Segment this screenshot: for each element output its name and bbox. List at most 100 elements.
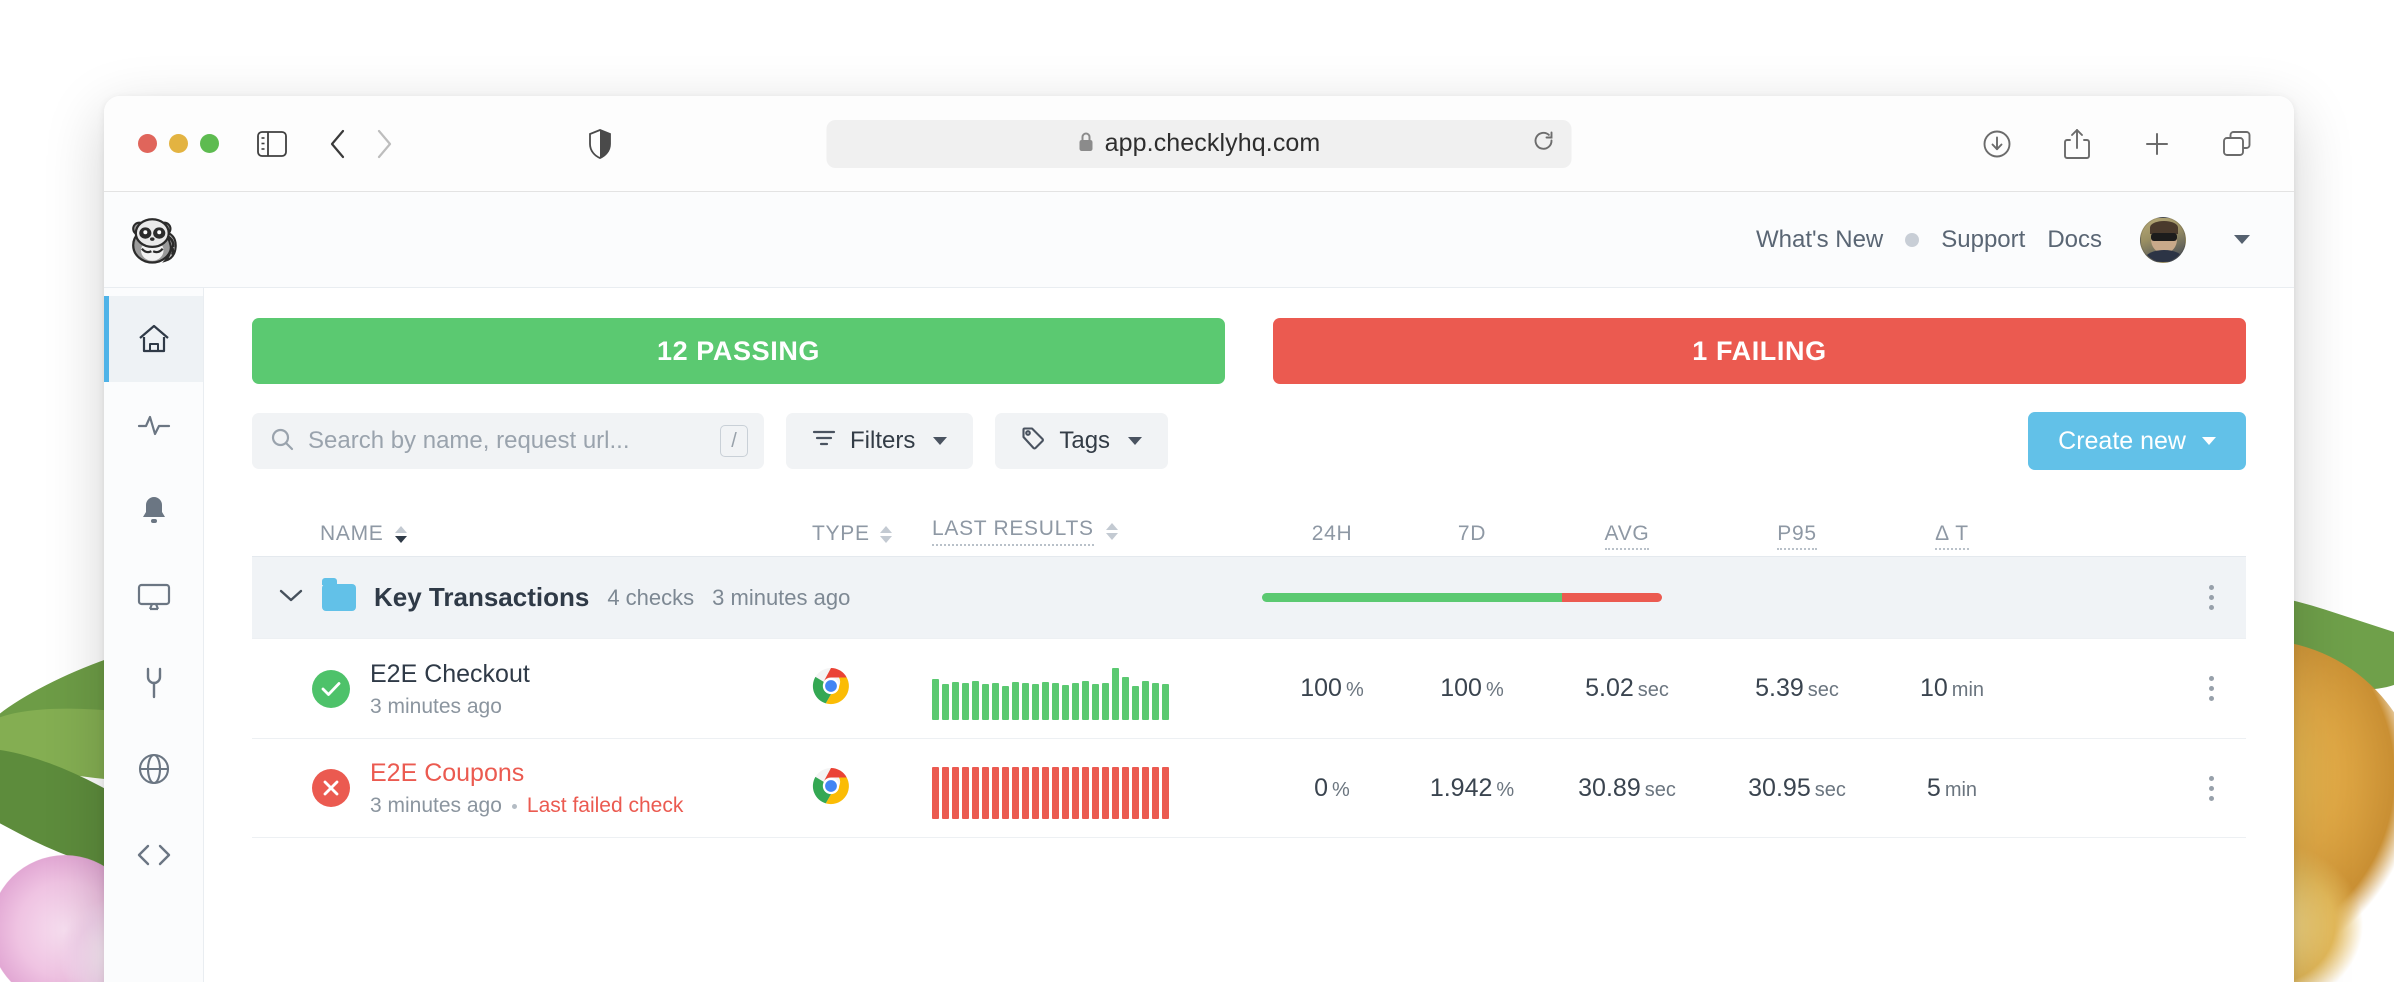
chrome-icon [812, 767, 850, 810]
sidebar-item-activity[interactable] [104, 382, 203, 468]
tags-label: Tags [1059, 427, 1111, 454]
search-placeholder: Search by name, request url... [308, 427, 630, 454]
app-body: 12 PASSING 1 FAILING Search by name, req… [104, 288, 2294, 982]
status-banners: 12 PASSING 1 FAILING [252, 318, 2246, 384]
check-type-cell [812, 767, 932, 810]
sidebar-item-cli[interactable] [104, 812, 203, 898]
chevron-down-icon [1128, 437, 1143, 445]
create-new-label: Create new [2058, 426, 2186, 455]
table-rows: E2E Checkout 3 minutes ago 100% 100% 5.0… [252, 638, 2246, 838]
chevron-down-icon[interactable] [278, 587, 304, 608]
shield-icon[interactable] [577, 124, 623, 164]
metric-p95: 30.95 sec [1748, 773, 1846, 802]
check-name-cell: E2E Checkout 3 minutes ago [252, 659, 812, 719]
nav-link-docs[interactable]: Docs [2047, 226, 2102, 254]
browser-window: app.checklyhq.com What's New Support Doc… [104, 96, 2294, 982]
main-content: 12 PASSING 1 FAILING Search by name, req… [204, 288, 2294, 982]
sidebar [104, 288, 204, 982]
tag-icon [1021, 426, 1045, 457]
group-status-bar-fail [1562, 593, 1662, 602]
forward-arrow-icon[interactable] [361, 124, 407, 164]
close-window-button[interactable] [138, 134, 157, 153]
check-name-block: E2E Coupons 3 minutes ago Last failed che… [370, 758, 683, 818]
search-shortcut-badge: / [720, 425, 748, 457]
group-actions-menu[interactable] [2176, 585, 2246, 610]
downloads-icon[interactable] [1974, 124, 2020, 164]
column-header-7d[interactable]: 7D [1402, 522, 1542, 546]
app-header: What's New Support Docs [104, 192, 2294, 288]
lock-icon [1078, 131, 1095, 157]
row-actions-menu[interactable] [2176, 676, 2246, 701]
share-icon[interactable] [2054, 124, 2100, 164]
check-name-cell: E2E Coupons 3 minutes ago Last failed che… [252, 758, 812, 818]
sort-toggle-name[interactable] [395, 525, 408, 543]
check-meta: 3 minutes ago Last failed check [370, 794, 683, 818]
checks-table: NAME TYPE LAST RESULTS 24H 7D AVG P95 Δ … [252, 504, 2246, 838]
nav-link-support[interactable]: Support [1941, 226, 2025, 254]
minimize-window-button[interactable] [169, 134, 188, 153]
column-header-last-results[interactable]: LAST RESULTS [932, 517, 1262, 546]
toolbar: Search by name, request url... / Filters [252, 412, 2246, 470]
column-header-delta-t[interactable]: Δ T [1882, 522, 2022, 550]
check-name[interactable]: E2E Checkout [370, 659, 530, 689]
check-type-cell [812, 667, 932, 710]
sidebar-item-maintenance[interactable] [104, 640, 203, 726]
group-check-count: 4 checks [607, 584, 695, 610]
table-group-row[interactable]: Key Transactions 4 checks 3 minutes ago [252, 556, 2246, 638]
check-last-results-sparkline[interactable] [932, 658, 1262, 720]
chevron-down-icon [2202, 437, 2216, 445]
chevron-down-icon[interactable] [2234, 235, 2250, 244]
nav-link-whats-new[interactable]: What's New [1756, 226, 1883, 254]
search-icon [270, 427, 294, 456]
back-arrow-icon[interactable] [315, 124, 361, 164]
filter-icon [812, 427, 836, 455]
metric-delta-t: 5 min [1926, 773, 1978, 802]
sidebar-item-home[interactable] [104, 296, 203, 382]
browser-toolbar: app.checklyhq.com [104, 96, 2294, 192]
group-updated-time: 3 minutes ago [712, 584, 851, 610]
url-bar[interactable]: app.checklyhq.com [826, 119, 1572, 168]
table-row[interactable]: E2E Checkout 3 minutes ago 100% 100% 5.0… [252, 638, 2246, 738]
column-header-name[interactable]: NAME [252, 522, 812, 546]
column-header-p95[interactable]: P95 [1712, 522, 1882, 550]
filters-button[interactable]: Filters [786, 413, 974, 469]
check-meta: 3 minutes ago [370, 695, 530, 719]
sidebar-item-dashboards[interactable] [104, 554, 203, 640]
sidebar-item-alerts[interactable] [104, 468, 203, 554]
sidebar-toggle-icon[interactable] [249, 124, 295, 164]
table-row[interactable]: E2E Coupons 3 minutes ago Last failed che… [252, 738, 2246, 838]
plus-icon[interactable] [2134, 124, 2180, 164]
sort-toggle-type[interactable] [879, 525, 892, 543]
checkly-raccoon-logo[interactable] [104, 214, 204, 266]
avatar[interactable] [2140, 216, 2186, 263]
column-header-type[interactable]: TYPE [812, 522, 932, 546]
check-last-results-sparkline[interactable] [932, 757, 1262, 819]
check-failure-note: Last failed check [526, 794, 684, 817]
check-name[interactable]: E2E Coupons [370, 758, 683, 788]
metric-avg: 5.02 sec [1585, 674, 1669, 702]
reload-icon[interactable] [1532, 129, 1556, 158]
maximize-window-button[interactable] [200, 134, 219, 153]
create-new-button[interactable]: Create new [2028, 412, 2246, 470]
tags-button[interactable]: Tags [995, 413, 1169, 469]
column-header-avg[interactable]: AVG [1542, 522, 1712, 550]
metric-24h: 100% [1300, 674, 1364, 702]
failing-banner[interactable]: 1 FAILING [1273, 318, 2246, 384]
browser-actions [1974, 124, 2260, 164]
tab-overview-icon[interactable] [2214, 124, 2260, 164]
column-header-24h[interactable]: 24H [1262, 522, 1402, 546]
sidebar-item-locations[interactable] [104, 726, 203, 812]
row-actions-menu[interactable] [2176, 775, 2246, 801]
passing-banner[interactable]: 12 PASSING [252, 318, 1225, 384]
folder-icon [322, 578, 356, 611]
metric-7d: 1.942% [1429, 773, 1515, 802]
header-nav: What's New Support Docs [1756, 216, 2250, 263]
chrome-icon [812, 667, 850, 710]
sort-toggle-last-results[interactable] [1105, 523, 1118, 540]
metric-7d: 100% [1440, 674, 1504, 702]
whats-new-indicator-dot [1905, 232, 1920, 247]
metric-p95: 5.39 sec [1755, 674, 1839, 702]
column-header-type-label: TYPE [812, 522, 870, 545]
search-input[interactable]: Search by name, request url... / [252, 413, 764, 469]
metric-delta-t: 10 min [1919, 674, 1985, 702]
